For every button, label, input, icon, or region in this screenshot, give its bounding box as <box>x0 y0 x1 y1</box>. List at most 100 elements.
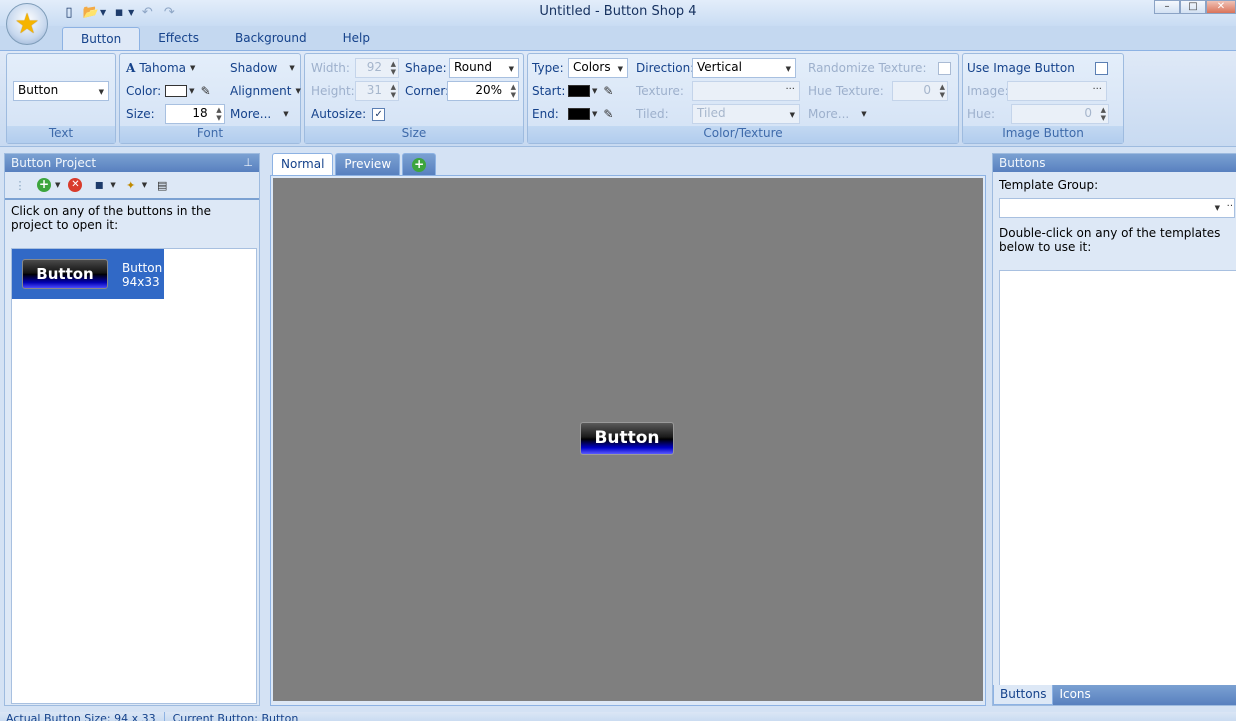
image-picker[interactable]: ··· <box>1007 81 1107 101</box>
properties-icon[interactable]: ▤ <box>153 176 171 194</box>
spinner-arrows-icon: ▲ ▼ <box>390 83 396 99</box>
direction-combo[interactable]: Vertical ▼ <box>692 58 796 78</box>
font-more-label: More... <box>230 107 272 121</box>
chevron-down-icon: ▼ <box>592 87 598 95</box>
height-spinner[interactable]: 31 ▲ ▼ <box>355 81 399 101</box>
editor-area: Normal Preview + Button <box>270 153 986 706</box>
tab-effects[interactable]: Effects <box>140 27 217 51</box>
font-size-spinner[interactable]: 18 ▲ ▼ <box>164 104 225 124</box>
minimize-button[interactable]: – <box>1154 0 1180 14</box>
direction-row: Direction: Vertical ▼ <box>636 58 796 78</box>
eyedropper-icon[interactable]: ✎ <box>603 84 613 98</box>
corner-row: Corner: 20% ▲ ▼ <box>405 81 519 101</box>
use-image-row: Use Image Button <box>967 58 1108 78</box>
color-more-dropdown[interactable]: More... ▼ <box>808 104 867 124</box>
close-button[interactable]: ✕ <box>1206 0 1236 14</box>
tab-preview[interactable]: Preview <box>335 153 401 175</box>
star-icon: ★ <box>14 7 40 40</box>
editor-tabs: Normal Preview + <box>272 153 437 175</box>
group-label-font: Font <box>120 126 300 143</box>
tab-buttons[interactable]: Buttons <box>993 685 1054 705</box>
project-button-list[interactable]: Button Button 94x33 <box>11 248 257 704</box>
texture-label: Texture: <box>636 84 684 98</box>
shape-combo[interactable]: Round ▼ <box>449 58 519 78</box>
chevron-down-icon: ▼ <box>861 110 867 118</box>
preview-button[interactable]: Button <box>580 422 674 455</box>
maximize-button[interactable]: □ <box>1180 0 1206 14</box>
randomize-checkbox[interactable] <box>938 61 952 75</box>
window-controls: – □ ✕ <box>1154 0 1236 14</box>
type-combo[interactable]: Colors ▼ <box>568 58 628 78</box>
window-title: Untitled - Button Shop 4 <box>539 4 697 19</box>
randomize-label: Randomize Texture: <box>808 61 927 75</box>
title-bar: ▯ 📂 ▼ ▪ ▼ ↶ ↷ Untitled - Button Shop 4 – □… <box>0 0 1236 26</box>
hue-spinner[interactable]: 0 ▲ ▼ <box>1011 104 1109 124</box>
list-item[interactable]: Button Button 94x33 <box>12 249 164 299</box>
add-icon: + <box>412 156 427 172</box>
texture-picker[interactable]: ··· <box>692 81 800 101</box>
ellipsis-icon[interactable]: ·· <box>1227 201 1233 212</box>
end-color-swatch <box>568 108 590 120</box>
font-icon: A <box>126 61 136 75</box>
add-state-tab[interactable]: + <box>402 153 437 175</box>
spinner-arrows-icon: ▲ ▼ <box>390 60 396 76</box>
group-label-size: Size <box>305 126 523 143</box>
height-label: Height: <box>311 84 355 98</box>
tab-background[interactable]: Background <box>217 27 325 51</box>
tab-help[interactable]: Help <box>325 27 388 51</box>
button-text-combo[interactable]: Button ▼ <box>13 81 109 101</box>
end-color-picker[interactable]: ▼ <box>568 104 597 124</box>
end-color-row: End: ▼ ✎ <box>532 104 613 124</box>
autosize-checkbox[interactable]: ✓ <box>372 107 386 121</box>
direction-label: Direction: <box>636 61 695 75</box>
template-group-combo[interactable]: ▼ ·· <box>999 198 1235 218</box>
type-label: Type: <box>532 61 564 75</box>
color-texture-group: Type: Colors ▼ Start: ▼ ✎ End: ▼ ✎ Direct… <box>527 53 959 144</box>
pin-icon[interactable]: ⊥ <box>243 156 253 169</box>
panel-header: Buttons <box>993 154 1236 172</box>
group-label-color-texture: Color/Texture <box>528 126 958 143</box>
chevron-down-icon: ▼ <box>508 65 514 73</box>
tab-normal[interactable]: Normal <box>272 153 334 175</box>
chevron-down-icon[interactable]: ▼ <box>110 181 115 189</box>
corner-spinner[interactable]: 20% ▲ ▼ <box>447 81 519 101</box>
chevron-down-icon[interactable]: ▼ <box>55 181 60 189</box>
button-thumbnail: Button <box>22 259 108 289</box>
corner-label: Corner: <box>405 84 450 98</box>
tab-button[interactable]: Button <box>62 27 141 51</box>
app-menu-button[interactable]: ★ <box>6 3 48 45</box>
tab-icons[interactable]: Icons <box>1053 685 1096 705</box>
delete-button[interactable]: ✕ <box>66 176 84 194</box>
eyedropper-icon[interactable]: ✎ <box>603 107 613 121</box>
start-color-picker[interactable]: ▼ <box>568 81 597 101</box>
spinner-arrows-icon: ▲ ▼ <box>1100 106 1106 122</box>
font-color-picker[interactable]: ▼ <box>165 81 195 101</box>
tiled-combo[interactable]: Tiled ▼ <box>692 104 800 124</box>
corner-value: 20% <box>475 83 502 97</box>
hue-value: 0 <box>1084 106 1092 120</box>
canvas-frame: Button <box>270 175 986 706</box>
grip-icon: ⋮ <box>14 178 26 192</box>
shadow-label: Shadow <box>230 61 278 75</box>
use-image-checkbox[interactable] <box>1094 61 1108 75</box>
width-spinner[interactable]: 92 ▲ ▼ <box>355 58 399 78</box>
height-value: 31 <box>366 83 382 97</box>
status-bar: Actual Button Size: 94 x 33 Current Butt… <box>0 712 1236 721</box>
shadow-dropdown[interactable]: Shadow ▼ <box>230 58 295 78</box>
font-name-dropdown[interactable]: A Tahoma ▼ <box>126 58 195 78</box>
alignment-dropdown[interactable]: Alignment ▼ <box>230 81 301 101</box>
save-project-button[interactable]: ▪ <box>90 176 108 194</box>
templates-list[interactable] <box>999 270 1236 688</box>
chevron-down-icon: ▼ <box>283 110 289 118</box>
eyedropper-icon[interactable]: ✎ <box>201 84 211 98</box>
magic-wand-icon[interactable]: ✦ <box>122 176 140 194</box>
hue-texture-spinner[interactable]: 0 ▲ ▼ <box>892 81 948 101</box>
ribbon-tabs: Button Effects Background Help <box>62 27 388 51</box>
add-button[interactable]: + <box>35 176 53 194</box>
design-canvas[interactable]: Button <box>273 178 983 701</box>
button-name: Button <box>122 261 163 275</box>
spinner-arrows-icon: ▲ ▼ <box>939 83 945 99</box>
hue-label: Hue: <box>967 107 996 121</box>
font-more-dropdown[interactable]: More... ▼ <box>230 104 289 124</box>
chevron-down-icon[interactable]: ▼ <box>142 181 147 189</box>
